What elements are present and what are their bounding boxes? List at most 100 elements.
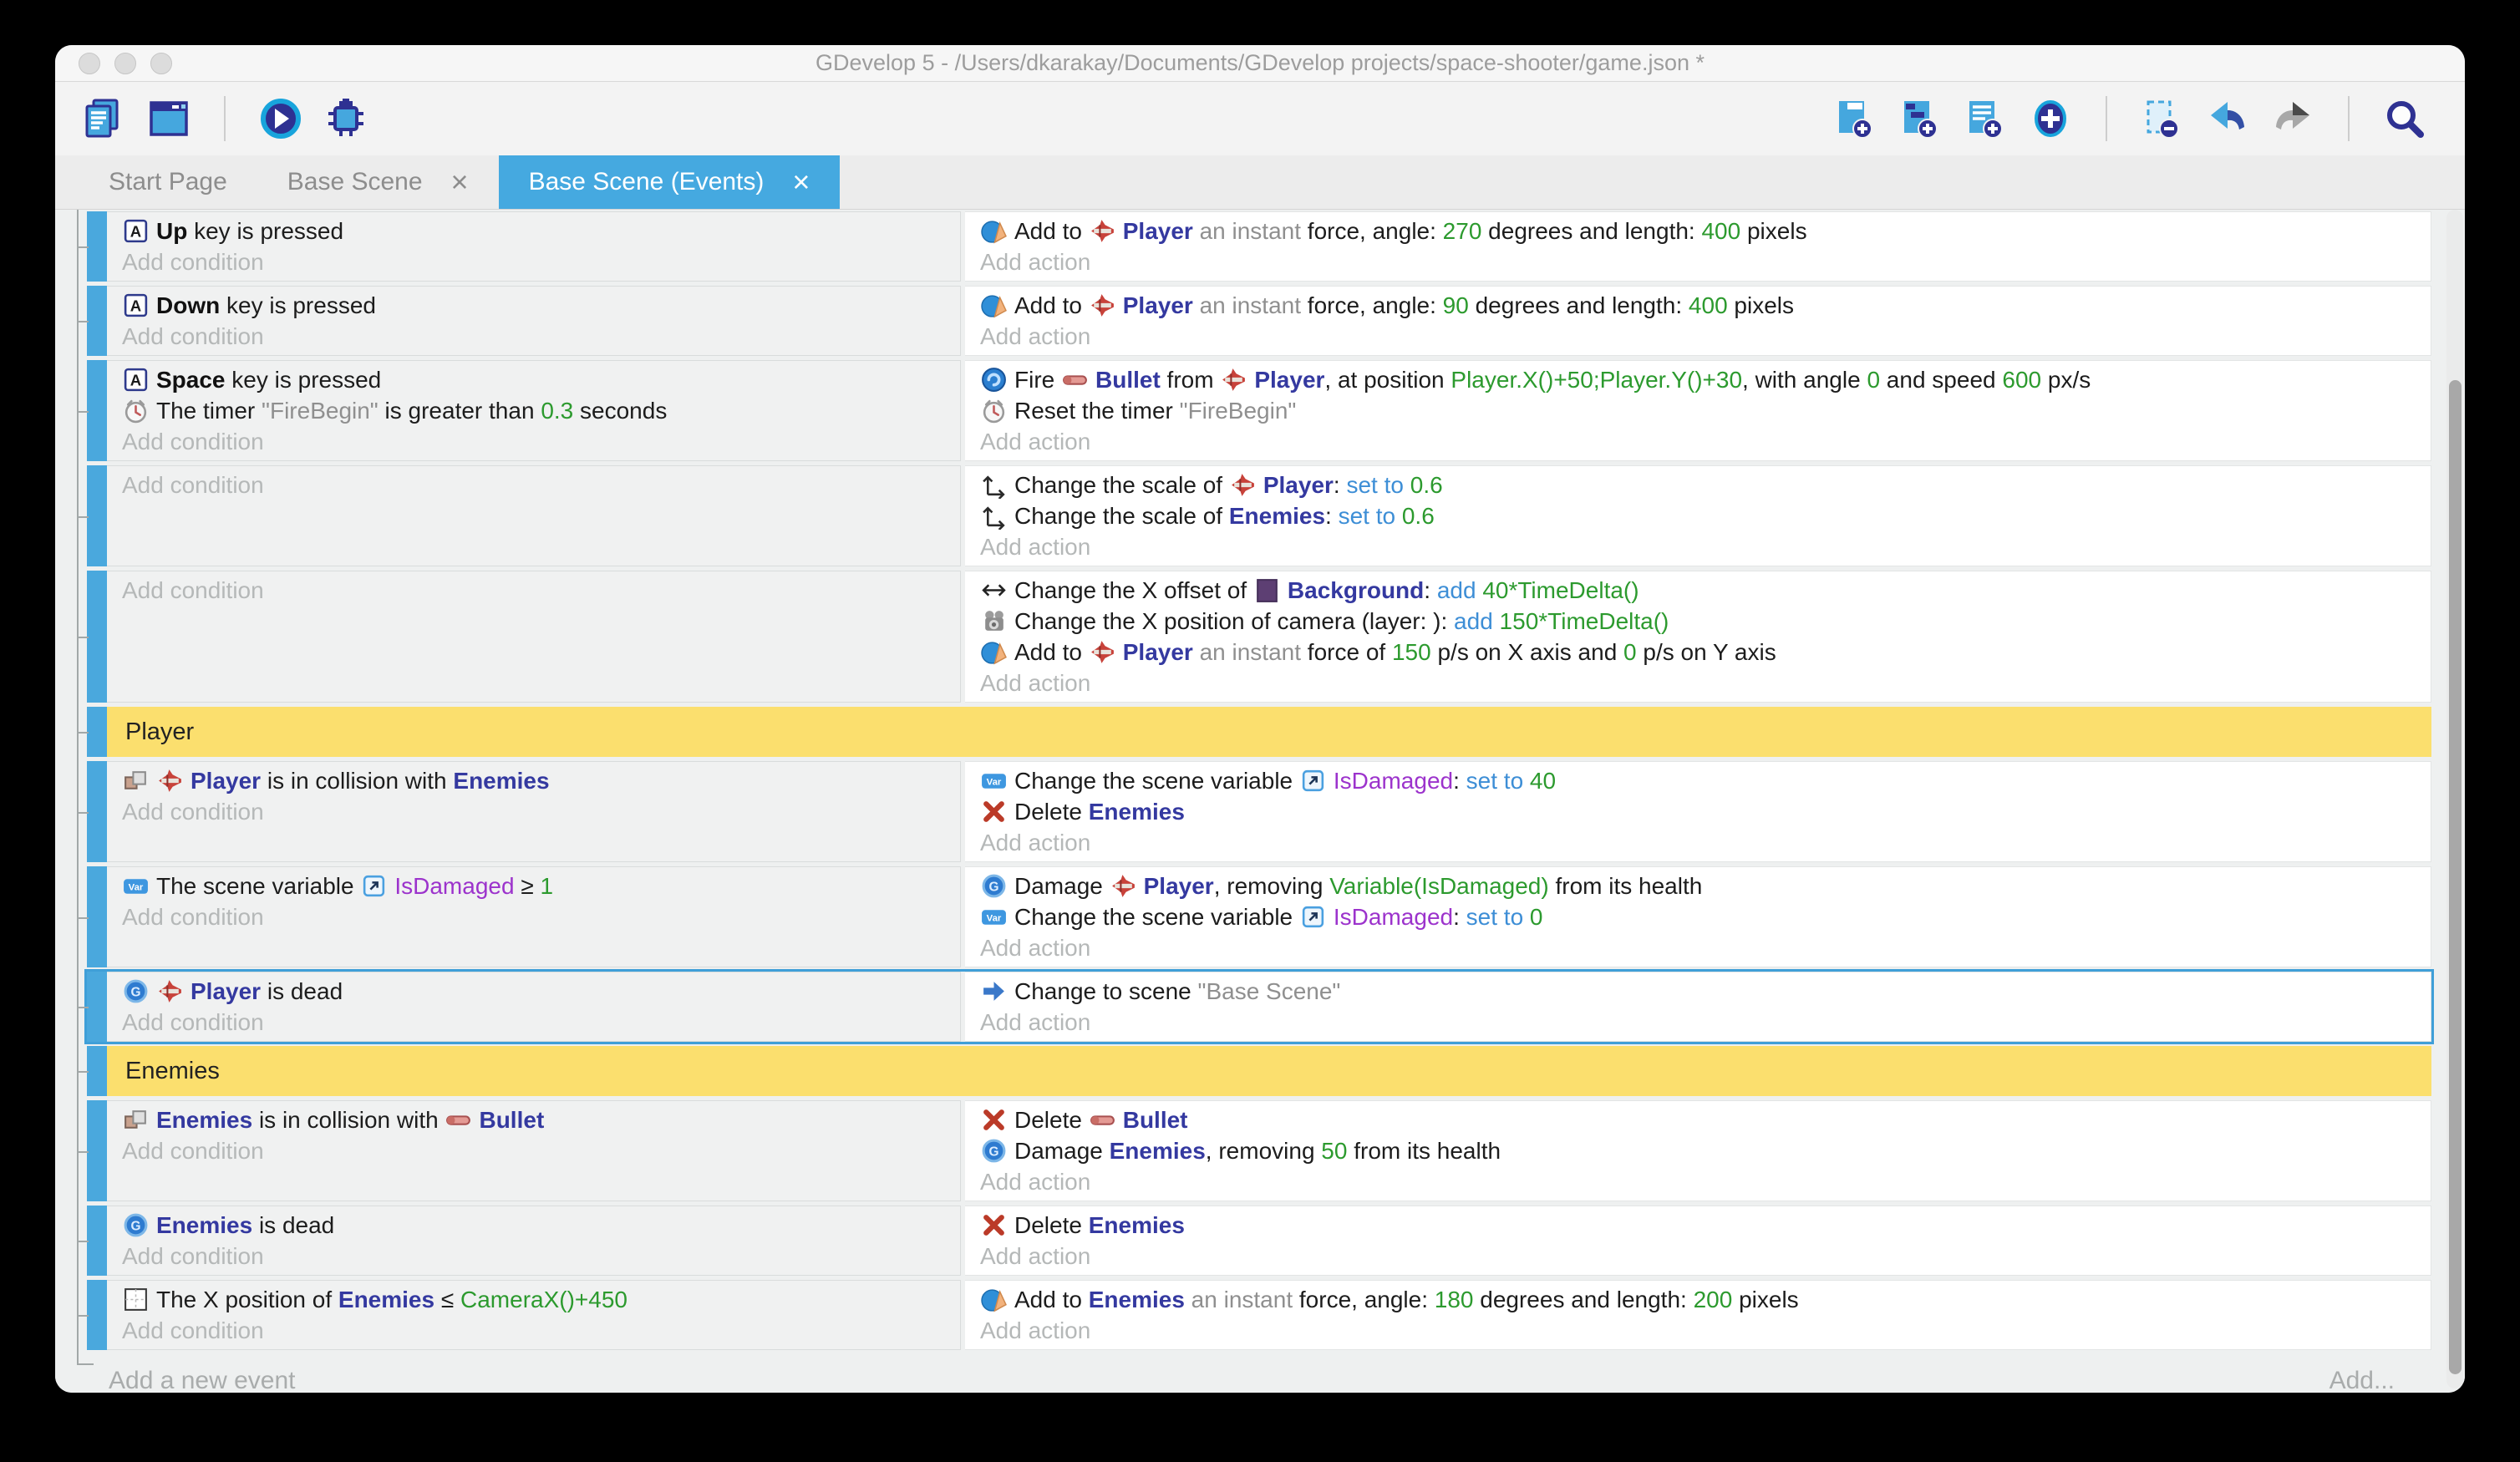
action-line[interactable]: Change the X offset of Background: add 4…	[965, 575, 2431, 606]
add-condition[interactable]: Add condition	[107, 1135, 960, 1166]
event-handle-bar[interactable]	[87, 866, 107, 967]
condition-line[interactable]: ASpace key is pressed	[107, 364, 960, 395]
add-action[interactable]: Add action	[965, 1241, 2431, 1272]
add-subevent-icon[interactable]	[1897, 95, 1943, 142]
action-line[interactable]: Add to Enemies an instant force, angle: …	[965, 1284, 2431, 1315]
event-row[interactable]: GEnemies is deadAdd conditionDelete Enem…	[87, 1206, 2431, 1276]
action-line[interactable]: Add to Player an instant force, angle: 9…	[965, 290, 2431, 321]
event-handle-bar[interactable]	[87, 286, 107, 356]
condition-line[interactable]: GEnemies is dead	[107, 1210, 960, 1241]
project-manager-icon[interactable]	[80, 95, 127, 142]
action-line[interactable]: VarChange the scene variable IsDamaged: …	[965, 901, 2431, 932]
add-action[interactable]: Add action	[965, 1315, 2431, 1346]
add-new-event-button[interactable]: Add a new event	[109, 1367, 296, 1393]
event-handle-bar[interactable]	[87, 707, 107, 757]
zoom-window-button[interactable]	[150, 53, 172, 74]
add-condition[interactable]: Add condition	[107, 1241, 960, 1272]
tab-base-scene[interactable]: Base Scene×	[257, 155, 499, 209]
search-icon[interactable]	[2381, 95, 2428, 142]
action-text: from	[1161, 367, 1221, 393]
condition-line[interactable]: Player is in collision with Enemies	[107, 765, 960, 796]
scene-editor-icon[interactable]	[145, 95, 192, 142]
tab-base-scene-events[interactable]: Base Scene (Events)×	[499, 155, 841, 209]
event-row[interactable]: Player is in collision with EnemiesAdd c…	[87, 761, 2431, 862]
event-row[interactable]: Enemies is in collision with BulletAdd c…	[87, 1100, 2431, 1201]
condition-line[interactable]: AUp key is pressed	[107, 216, 960, 246]
event-row[interactable]: AUp key is pressedAdd conditionAdd to Pl…	[87, 211, 2431, 282]
action-line[interactable]: Reset the timer "FireBegin"	[965, 395, 2431, 426]
tab-start-page[interactable]: Start Page	[79, 155, 257, 209]
event-handle-bar[interactable]	[87, 1280, 107, 1350]
condition-line[interactable]: The timer "FireBegin" is greater than 0.…	[107, 395, 960, 426]
event-handle-bar[interactable]	[87, 1046, 107, 1096]
condition-line[interactable]: The X position of Enemies ≤ CameraX()+45…	[107, 1284, 960, 1315]
condition-line[interactable]: ADown key is pressed	[107, 290, 960, 321]
event-row[interactable]: The X position of Enemies ≤ CameraX()+45…	[87, 1280, 2431, 1350]
action-line[interactable]: Change the X position of camera (layer: …	[965, 606, 2431, 637]
condition-line[interactable]: VarThe scene variable IsDamaged ≥ 1	[107, 871, 960, 901]
add-action[interactable]: Add action	[965, 827, 2431, 858]
undo-icon[interactable]	[2204, 95, 2251, 142]
redo-icon[interactable]	[2269, 95, 2316, 142]
add-condition[interactable]: Add condition	[107, 1007, 960, 1038]
action-line[interactable]: GDamage Player, removing Variable(IsDama…	[965, 871, 2431, 901]
add-condition[interactable]: Add condition	[107, 575, 960, 606]
add-action[interactable]: Add action	[965, 932, 2431, 963]
action-line[interactable]: Add to Player an instant force, angle: 2…	[965, 216, 2431, 246]
action-line[interactable]: VarChange the scene variable IsDamaged: …	[965, 765, 2431, 796]
event-handle-bar[interactable]	[87, 761, 107, 862]
event-row[interactable]: Add conditionChange the scale of Player:…	[87, 465, 2431, 566]
group-label[interactable]: Enemies	[107, 1046, 2431, 1096]
add-action[interactable]: Add action	[965, 1007, 2431, 1038]
add-condition[interactable]: Add condition	[107, 1315, 960, 1346]
event-row[interactable]: ASpace key is pressedThe timer "FireBegi…	[87, 360, 2431, 461]
event-row[interactable]: ADown key is pressedAdd conditionAdd to …	[87, 286, 2431, 356]
event-row[interactable]: Add conditionChange the X offset of Back…	[87, 571, 2431, 703]
event-handle-bar[interactable]	[87, 571, 107, 703]
close-window-button[interactable]	[79, 53, 100, 74]
add-condition[interactable]: Add condition	[107, 246, 960, 277]
add-comment-icon[interactable]	[1962, 95, 2009, 142]
action-line[interactable]: Change the scale of Player: set to 0.6	[965, 470, 2431, 500]
action-line[interactable]: GDamage Enemies, removing 50 from its he…	[965, 1135, 2431, 1166]
event-handle-bar[interactable]	[87, 1206, 107, 1276]
event-row[interactable]: VarThe scene variable IsDamaged ≥ 1Add c…	[87, 866, 2431, 967]
debug-icon[interactable]	[323, 95, 369, 142]
add-circle-icon[interactable]	[2027, 95, 2074, 142]
delete-event-icon[interactable]	[2139, 95, 2186, 142]
add-condition[interactable]: Add condition	[107, 321, 960, 352]
add-action[interactable]: Add action	[965, 246, 2431, 277]
event-handle-bar[interactable]	[87, 972, 107, 1042]
action-line[interactable]: Change the scale of Enemies: set to 0.6	[965, 500, 2431, 531]
scrollbar-thumb[interactable]	[2449, 380, 2462, 1374]
add-action[interactable]: Add action	[965, 1166, 2431, 1197]
action-line[interactable]: Fire Bullet from Player, at position Pla…	[965, 364, 2431, 395]
add-condition[interactable]: Add condition	[107, 901, 960, 932]
close-tab-icon[interactable]: ×	[792, 167, 810, 197]
condition-line[interactable]: GPlayer is dead	[107, 976, 960, 1007]
add-event-icon[interactable]	[1832, 95, 1878, 142]
group-label[interactable]: Player	[107, 707, 2431, 757]
add-more-button[interactable]: Add...	[2329, 1367, 2395, 1393]
action-line[interactable]: Delete Enemies	[965, 1210, 2431, 1241]
add-action[interactable]: Add action	[965, 321, 2431, 352]
minimize-window-button[interactable]	[114, 53, 136, 74]
add-action[interactable]: Add action	[965, 668, 2431, 698]
add-condition[interactable]: Add condition	[107, 426, 960, 457]
action-line[interactable]: Delete Bullet	[965, 1104, 2431, 1135]
action-line[interactable]: Add to Player an instant force of 150 p/…	[965, 637, 2431, 668]
play-icon[interactable]	[257, 95, 304, 142]
add-condition[interactable]: Add condition	[107, 796, 960, 827]
add-condition[interactable]: Add condition	[107, 470, 960, 500]
event-row-selected[interactable]: GPlayer is deadAdd conditionChange to sc…	[87, 972, 2431, 1042]
close-tab-icon[interactable]: ×	[451, 167, 469, 197]
add-action[interactable]: Add action	[965, 426, 2431, 457]
event-handle-bar[interactable]	[87, 211, 107, 282]
action-line[interactable]: Change to scene "Base Scene"	[965, 976, 2431, 1007]
event-handle-bar[interactable]	[87, 465, 107, 566]
action-line[interactable]: Delete Enemies	[965, 796, 2431, 827]
event-handle-bar[interactable]	[87, 360, 107, 461]
condition-line[interactable]: Enemies is in collision with Bullet	[107, 1104, 960, 1135]
event-handle-bar[interactable]	[87, 1100, 107, 1201]
add-action[interactable]: Add action	[965, 531, 2431, 562]
